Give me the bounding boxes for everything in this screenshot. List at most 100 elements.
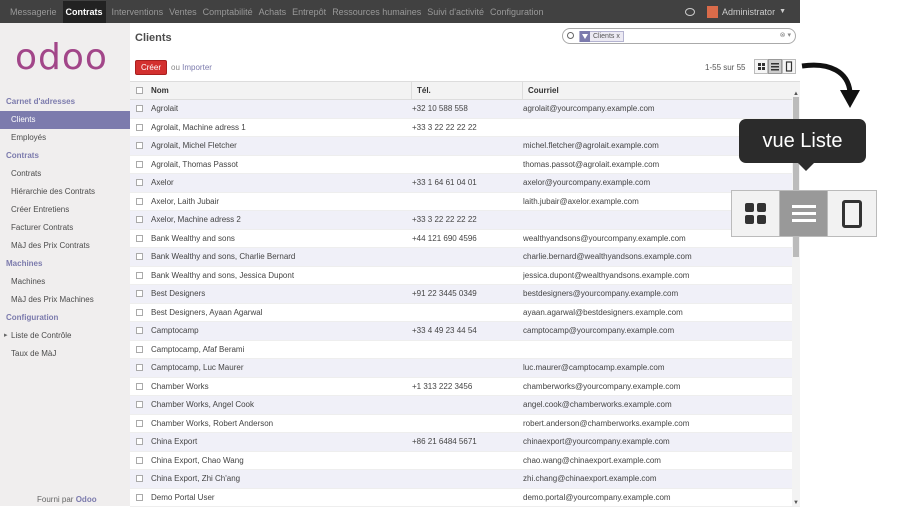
clients-table: Nom Tél. Courriel Agrolait+32 10 588 558…: [130, 81, 800, 507]
import-area: ou Importer: [171, 63, 212, 72]
table-row[interactable]: Camptocamp, Afaf Berami: [130, 341, 800, 360]
table-row[interactable]: Axelor, Machine adress 2+33 3 22 22 22 2…: [130, 211, 800, 230]
row-checkbox[interactable]: [136, 290, 143, 297]
table-row[interactable]: Best Designers, Ayaan Agarwalayaan.agarw…: [130, 304, 800, 323]
table-row[interactable]: Best Designers+91 22 3445 0349bestdesign…: [130, 285, 800, 304]
row-checkbox[interactable]: [136, 327, 143, 334]
search-input[interactable]: Clients x ⊗ ▾: [562, 28, 796, 44]
cell-email: ayaan.agarwal@bestdesigners.example.com: [523, 308, 793, 317]
table-row[interactable]: China Export, Zhi Ch'angzhi.chang@chinae…: [130, 470, 800, 489]
top-menu-item[interactable]: Messagerie: [10, 7, 57, 17]
table-row[interactable]: Axelor, Laith Jubairlaith.jubair@axelor.…: [130, 193, 800, 212]
table-row[interactable]: Axelor+33 1 64 61 04 01axelor@yourcompan…: [130, 174, 800, 193]
sidebar-section-title: Machines: [0, 255, 130, 273]
table-row[interactable]: Camptocamp+33 4 49 23 44 54camptocamp@yo…: [130, 322, 800, 341]
column-header-email[interactable]: Courriel: [523, 86, 793, 95]
table-row[interactable]: Demo Portal Userdemo.portal@yourcompany.…: [130, 489, 800, 507]
search-filter-facet[interactable]: Clients x: [579, 31, 624, 42]
sidebar-item[interactable]: Liste de Contrôle: [0, 327, 130, 345]
list-view-button[interactable]: [768, 59, 782, 74]
row-checkbox[interactable]: [136, 161, 143, 168]
sidebar-item[interactable]: Machines: [0, 273, 130, 291]
table-row[interactable]: China Export, Chao Wangchao.wang@chinaex…: [130, 452, 800, 471]
list-view-zoom-button[interactable]: [780, 191, 828, 236]
form-view-zoom-button[interactable]: [828, 191, 876, 236]
table-row[interactable]: Chamber Works+1 313 222 3456chamberworks…: [130, 378, 800, 397]
form-icon: [783, 60, 795, 73]
main-content: Clients Clients x ⊗ ▾ Créer ou Importer …: [130, 23, 800, 506]
sidebar-item[interactable]: Employés: [0, 129, 130, 147]
top-menu-item[interactable]: Ventes: [169, 7, 197, 17]
chevron-down-icon[interactable]: ▼: [779, 8, 786, 15]
table-row[interactable]: Agrolait, Machine adress 1+33 3 22 22 22…: [130, 119, 800, 138]
sidebar-item[interactable]: Clients: [0, 111, 130, 129]
row-checkbox[interactable]: [136, 457, 143, 464]
cell-email: luc.maurer@camptocamp.example.com: [523, 363, 793, 372]
cell-phone: +1 313 222 3456: [412, 382, 523, 391]
row-checkbox[interactable]: [136, 401, 143, 408]
table-row[interactable]: Camptocamp, Luc Maurerluc.maurer@camptoc…: [130, 359, 800, 378]
top-menu-item[interactable]: Ressources humaines: [332, 7, 421, 17]
row-checkbox[interactable]: [136, 142, 143, 149]
table-row[interactable]: Bank Wealthy and sons, Jessica Dupontjes…: [130, 267, 800, 286]
column-header-name[interactable]: Nom: [151, 81, 412, 100]
top-menu-item[interactable]: Configuration: [490, 7, 544, 17]
row-checkbox[interactable]: [136, 309, 143, 316]
create-button[interactable]: Créer: [135, 60, 167, 75]
column-header-phone[interactable]: Tél.: [412, 81, 523, 100]
row-checkbox[interactable]: [136, 253, 143, 260]
table-row[interactable]: Bank Wealthy and sons, Charlie Bernardch…: [130, 248, 800, 267]
row-checkbox[interactable]: [136, 346, 143, 353]
row-checkbox[interactable]: [136, 198, 143, 205]
row-checkbox[interactable]: [136, 494, 143, 501]
cell-name: China Export, Zhi Ch'ang: [151, 474, 412, 483]
row-checkbox[interactable]: [136, 235, 143, 242]
cell-email: camptocamp@yourcompany.example.com: [523, 326, 793, 335]
chat-icon[interactable]: [685, 8, 695, 16]
top-menu-item[interactable]: Comptabilité: [203, 7, 253, 17]
row-checkbox[interactable]: [136, 383, 143, 390]
table-row[interactable]: Agrolait+32 10 588 558agrolait@yourcompa…: [130, 100, 800, 119]
row-checkbox[interactable]: [136, 216, 143, 223]
sidebar-item[interactable]: MàJ des Prix Machines: [0, 291, 130, 309]
top-menu-item[interactable]: Achats: [259, 7, 287, 17]
row-checkbox[interactable]: [136, 124, 143, 131]
kanban-view-zoom-button[interactable]: [732, 191, 780, 236]
kanban-view-button[interactable]: [754, 59, 768, 74]
row-checkbox[interactable]: [136, 272, 143, 279]
table-row[interactable]: Chamber Works, Robert Andersonrobert.and…: [130, 415, 800, 434]
form-icon: [842, 200, 862, 228]
cell-phone: +33 1 64 61 04 01: [412, 178, 523, 187]
footer-brand-link[interactable]: Odoo: [76, 495, 97, 504]
sidebar-item[interactable]: Contrats: [0, 165, 130, 183]
table-row[interactable]: Chamber Works, Angel Cookangel.cook@cham…: [130, 396, 800, 415]
row-checkbox[interactable]: [136, 179, 143, 186]
sidebar-item[interactable]: MàJ des Prix Contrats: [0, 237, 130, 255]
table-row[interactable]: Bank Wealthy and sons+44 121 690 4596wea…: [130, 230, 800, 249]
table-row[interactable]: Agrolait, Thomas Passotthomas.passot@agr…: [130, 156, 800, 175]
select-all-checkbox[interactable]: [136, 87, 143, 94]
top-menu-item[interactable]: Entrepôt: [292, 7, 326, 17]
row-checkbox[interactable]: [136, 438, 143, 445]
top-menu-item[interactable]: Contrats: [63, 1, 106, 23]
form-view-button[interactable]: [782, 59, 796, 74]
row-checkbox[interactable]: [136, 105, 143, 112]
sidebar-item[interactable]: Hiérarchie des Contrats: [0, 183, 130, 201]
import-link[interactable]: Importer: [182, 63, 212, 72]
sidebar-item[interactable]: Créer Entretiens: [0, 201, 130, 219]
sidebar-item[interactable]: Taux de MàJ: [0, 345, 130, 363]
sidebar-item[interactable]: Facturer Contrats: [0, 219, 130, 237]
avatar[interactable]: [707, 6, 718, 18]
top-menu-item[interactable]: Interventions: [112, 7, 164, 17]
table-row[interactable]: China Export+86 21 6484 5671chinaexport@…: [130, 433, 800, 452]
tooltip-callout: vue Liste: [739, 119, 866, 163]
logo[interactable]: odoo: [15, 37, 108, 78]
row-checkbox[interactable]: [136, 475, 143, 482]
scroll-down-icon[interactable]: ▼: [793, 500, 799, 506]
top-menu-item[interactable]: Suivi d'activité: [427, 7, 484, 17]
table-row[interactable]: Agrolait, Michel Fletchermichel.fletcher…: [130, 137, 800, 156]
row-checkbox[interactable]: [136, 364, 143, 371]
search-options-icon[interactable]: ⊗ ▾: [780, 31, 791, 39]
user-name[interactable]: Administrator: [722, 7, 775, 17]
row-checkbox[interactable]: [136, 420, 143, 427]
